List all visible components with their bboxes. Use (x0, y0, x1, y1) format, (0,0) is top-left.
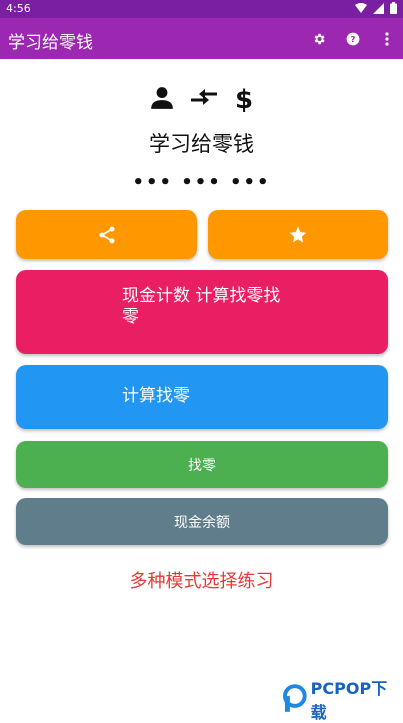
gear-icon (314, 33, 325, 45)
settings-button[interactable] (309, 29, 329, 49)
wifi-icon (355, 2, 367, 13)
app-title: 学习给零钱 (8, 33, 93, 53)
exchange-icon (190, 89, 217, 105)
favorite-button[interactable] (208, 210, 388, 259)
watermark: PCPOP下载 (282, 679, 402, 722)
cash-count-button[interactable]: 现金计数 计算找零找零 (16, 270, 388, 354)
dollar-icon: $ (234, 85, 252, 112)
change-button[interactable]: 找零 (16, 441, 388, 488)
cash-balance-label: 现金余额 (174, 514, 230, 531)
person-icon (150, 87, 173, 109)
status-time: 4:56 (6, 2, 31, 15)
hero-title: 学习给零钱 (149, 132, 254, 156)
help-icon: ? (346, 32, 360, 46)
calc-change-button[interactable]: 计算找零 (16, 365, 388, 429)
cash-balance-button[interactable]: 现金余额 (16, 498, 388, 545)
share-icon (99, 226, 114, 243)
more-button[interactable] (377, 29, 397, 49)
pcpop-logo-icon (282, 684, 307, 712)
status-bar: 4:56 (0, 0, 403, 18)
help-button[interactable]: ? (343, 29, 363, 49)
change-label: 找零 (188, 457, 216, 474)
svg-text:$: $ (234, 85, 252, 112)
status-icons (355, 2, 397, 14)
battery-icon (390, 2, 397, 14)
hero-dots: ••• ••• ••• (132, 172, 271, 193)
svg-text:?: ? (351, 34, 356, 44)
cash-count-label: 现金计数 计算找零找零 (122, 286, 281, 327)
app-bar: 学习给零钱 ? (0, 18, 403, 59)
hero-icons: $ (0, 80, 403, 116)
signal-icon (373, 2, 384, 14)
share-button[interactable] (16, 210, 197, 259)
more-vert-icon (385, 32, 389, 46)
calc-change-label: 计算找零 (122, 386, 190, 406)
mode-caption: 多种模式选择练习 (129, 571, 274, 592)
hero: $ 学习给零钱 ••• ••• ••• (0, 80, 403, 193)
watermark-text: PCPOP下载 (310, 679, 388, 722)
star-icon (289, 226, 307, 242)
